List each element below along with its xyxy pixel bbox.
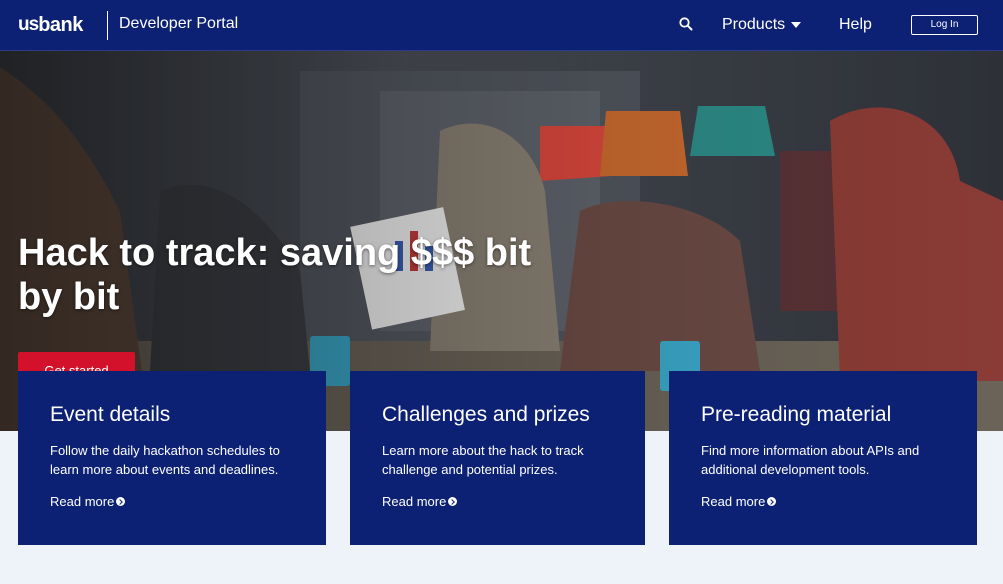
card-title: Pre-reading material <box>701 403 892 426</box>
read-more-link[interactable]: Read more <box>701 494 777 509</box>
card-challenges-prizes: Challenges and prizes Learn more about t… <box>350 371 645 545</box>
usbank-logo[interactable]: us bank <box>18 13 83 37</box>
login-button[interactable]: Log In <box>911 15 978 35</box>
chevron-right-circle-icon <box>767 497 777 506</box>
logo-us: us <box>18 14 39 35</box>
nav-products-label: Products <box>722 16 786 33</box>
card-event-details: Event details Follow the daily hackathon… <box>18 371 326 545</box>
read-more-label: Read more <box>382 494 447 509</box>
nav-products-dropdown[interactable]: Products <box>722 16 802 34</box>
card-description: Learn more about the hack to track chall… <box>382 443 584 477</box>
card-title: Challenges and prizes <box>382 403 590 426</box>
chevron-right-circle-icon <box>116 497 126 506</box>
logo-bank: bank <box>38 13 83 36</box>
read-more-label: Read more <box>50 494 115 509</box>
card-description: Follow the daily hackathon schedules to … <box>50 443 280 477</box>
read-more-link[interactable]: Read more <box>50 494 126 509</box>
portal-title[interactable]: Developer Portal <box>119 15 238 33</box>
nav-help-link[interactable]: Help <box>839 16 872 34</box>
logo-divider <box>107 11 108 40</box>
card-title: Event details <box>50 403 171 426</box>
card-description: Find more information about APIs and add… <box>701 443 920 477</box>
top-navbar: us bank Developer Portal Products Help Lo… <box>0 0 1003 51</box>
card-pre-reading: Pre-reading material Find more informati… <box>669 371 977 545</box>
read-more-link[interactable]: Read more <box>382 494 458 509</box>
chevron-right-circle-icon <box>448 497 458 506</box>
chevron-down-icon <box>791 22 802 28</box>
search-icon[interactable] <box>679 17 693 31</box>
read-more-label: Read more <box>701 494 766 509</box>
hero-title: Hack to track: saving $$$ bit by bit <box>18 232 532 318</box>
